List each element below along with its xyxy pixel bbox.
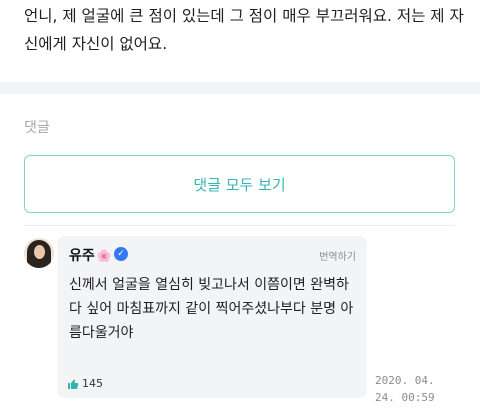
translate-button[interactable]: 번역하기 [319,248,356,263]
like-button[interactable]: 145 [67,377,103,390]
post-text: 언니, 제 얼굴에 큰 점이 있는데 그 점이 매우 부끄러워요. 저는 제 자… [24,7,464,53]
comments-separator [24,225,455,226]
thumbs-up-icon [68,379,79,389]
section-divider [0,82,480,94]
username-text: 유주 [69,248,95,264]
cherry-blossom-icon: 🌸 [96,249,112,263]
comment-bubble: 유주 🌸 ✓ 번역하기 신께서 얼굴을 열심히 빚고나서 이쯤이면 완벽하다 싶어… [57,236,367,398]
avatar-face [34,245,45,259]
like-count: 145 [82,377,103,390]
comments-label: 댓글 [24,120,50,136]
view-all-comments-button[interactable]: 댓글 모두 보기 [24,155,455,213]
comment-username[interactable]: 유주 🌸 [69,245,112,265]
comment-text: 신께서 얼굴을 열심히 빚고나서 이쯤이면 완벽하다 싶어 마침표까지 같이 찍… [69,277,354,341]
comment-timestamp: 2020. 04. 24. 00:59 [375,374,435,404]
avatar[interactable] [24,238,54,268]
verified-check-icon: ✓ [114,247,128,261]
